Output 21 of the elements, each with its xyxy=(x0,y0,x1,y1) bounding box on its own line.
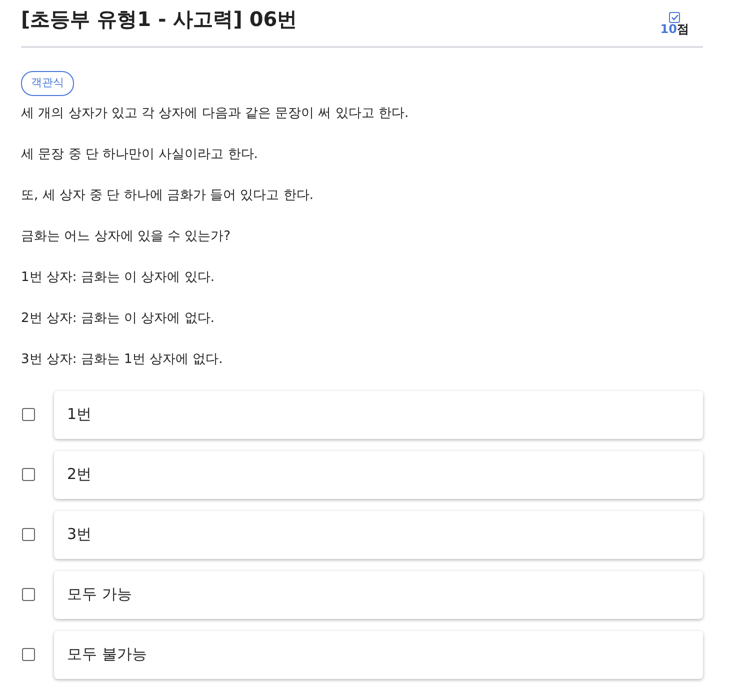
answer-option[interactable]: 모두 불가능 xyxy=(54,630,703,678)
answer-checkbox[interactable] xyxy=(22,648,35,660)
answer-option[interactable]: 3번 xyxy=(54,510,703,558)
score-value: 10 xyxy=(660,23,677,36)
question-text: 금화는 어느 상자에 있을 수 있는가? xyxy=(21,228,232,246)
answer-checkbox[interactable] xyxy=(22,408,35,420)
question-text: 세 문장 중 단 하나만이 사실이라고 한다. xyxy=(21,146,259,164)
answer-checkbox[interactable] xyxy=(22,468,35,480)
question-type-badge: 객관식 xyxy=(21,71,74,96)
question-text: 세 개의 상자가 있고 각 상자에 다음과 같은 문장이 써 있다고 한다. xyxy=(21,104,410,122)
question-text: 3번 상자: 금화는 1번 상자에 없다. xyxy=(21,350,224,368)
answer-checkbox[interactable] xyxy=(22,528,35,540)
answer-option[interactable]: 모두 가능 xyxy=(54,570,703,618)
answer-checkbox[interactable] xyxy=(22,588,35,600)
score-unit: 점 xyxy=(677,23,689,36)
question-text: 또, 세 상자 중 단 하나에 금화가 들어 있다고 한다. xyxy=(21,186,314,204)
answer-option[interactable]: 1번 xyxy=(54,390,703,438)
question-title: [초등부 유형1 - 사고력] 06번 xyxy=(21,6,298,32)
question-text: 2번 상자: 금화는 이 상자에 없다. xyxy=(21,310,216,328)
answer-option[interactable]: 2번 xyxy=(54,450,703,498)
question-text: 1번 상자: 금화는 이 상자에 있다. xyxy=(21,268,216,286)
